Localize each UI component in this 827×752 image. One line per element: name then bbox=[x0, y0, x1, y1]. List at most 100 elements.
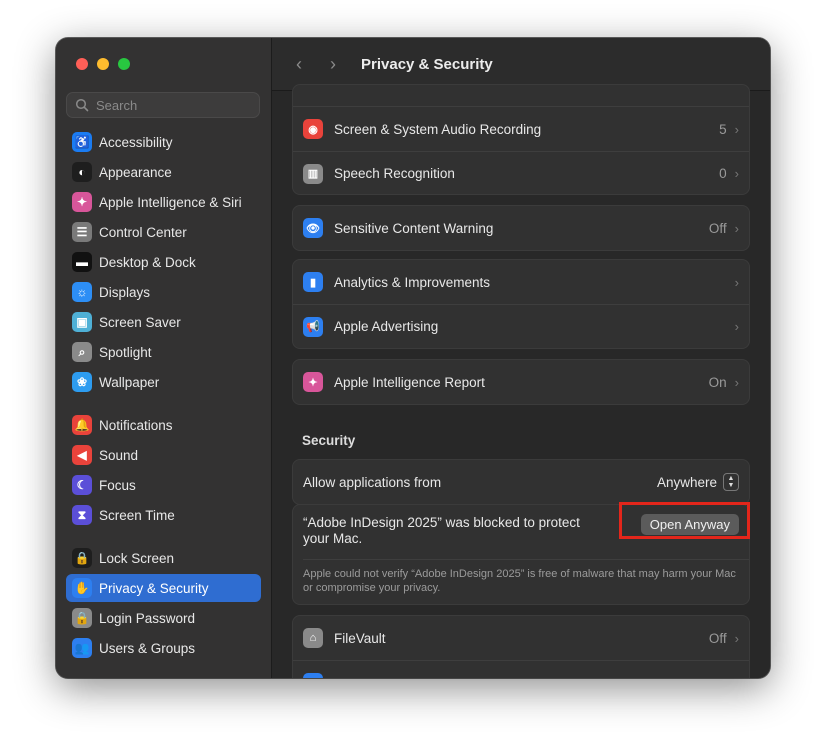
security-section-title: Security bbox=[302, 433, 356, 448]
appearance-icon: ◐ bbox=[72, 162, 92, 182]
sidebar-item-label: Lock Screen bbox=[99, 550, 175, 566]
sensitive-content-icon: 👁 bbox=[303, 218, 323, 238]
search-icon bbox=[75, 98, 89, 112]
advertising-icon: 📢 bbox=[303, 316, 323, 337]
sidebar-item-label: Privacy & Security bbox=[99, 580, 209, 596]
settings-row-partial[interactable] bbox=[293, 660, 749, 678]
back-button[interactable]: ‹ bbox=[289, 54, 309, 75]
row-label: FileVault bbox=[334, 630, 386, 646]
chevron-right-icon: › bbox=[734, 166, 739, 181]
sidebar-item-appearance[interactable]: ◐ Appearance bbox=[66, 158, 261, 186]
forward-button[interactable]: › bbox=[323, 54, 343, 75]
sidebar-item-accessibility[interactable]: ♿ Accessibility bbox=[66, 128, 261, 156]
lockdown-icon bbox=[303, 672, 323, 678]
chevron-right-icon: › bbox=[734, 319, 739, 334]
sidebar-item-notifications[interactable]: 🔔 Notifications bbox=[66, 411, 261, 439]
sidebar-item-label: Sound bbox=[99, 447, 139, 463]
chevron-right-icon: › bbox=[734, 121, 739, 137]
sidebar-item-spotlight[interactable]: ⌕ Spotlight bbox=[66, 338, 261, 366]
allow-apps-value: Anywhere bbox=[656, 474, 717, 490]
main-pane: ‹ › Privacy & Security ◉ Screen & System … bbox=[272, 38, 770, 678]
search-field[interactable] bbox=[66, 92, 260, 118]
wallpaper-icon: ❀ bbox=[72, 372, 92, 392]
sidebar-item-login-password[interactable]: 🔒 Login Password bbox=[66, 604, 261, 632]
filevault-icon: ⌂ bbox=[303, 628, 323, 648]
sidebar-item-label: Focus bbox=[99, 477, 136, 493]
sidebar-item-label: Screen Saver bbox=[99, 314, 181, 330]
minimize-button[interactable] bbox=[97, 58, 109, 70]
accessibility-icon: ♿ bbox=[72, 132, 92, 152]
sidebar-item-screen-time[interactable]: ⧗ Screen Time bbox=[66, 501, 261, 529]
row-value: 0 bbox=[719, 166, 727, 181]
screen-time-icon: ⧗ bbox=[72, 505, 92, 525]
settings-row-speech-recognition[interactable]: ▥ Speech Recognition 0 › bbox=[293, 151, 749, 195]
row-label: Speech Recognition bbox=[334, 166, 455, 181]
close-button[interactable] bbox=[76, 58, 88, 70]
chevron-right-icon: › bbox=[734, 274, 739, 290]
sound-icon: ◀ bbox=[72, 445, 92, 465]
group-filevault: ⌂ FileVault Off › bbox=[292, 615, 750, 678]
sidebar-item-users-groups[interactable]: 👥 Users & Groups bbox=[66, 634, 261, 662]
sidebar-item-label: Users & Groups bbox=[99, 640, 196, 656]
zoom-button[interactable] bbox=[118, 58, 130, 70]
row-label: Apple Intelligence Report bbox=[334, 374, 485, 390]
group-allow-apps: Allow applications from Anywhere ▲ ▼ bbox=[292, 459, 750, 505]
settings-row-filevault[interactable]: ⌂ FileVault Off › bbox=[293, 616, 749, 660]
row-label: Apple Advertising bbox=[334, 319, 439, 334]
focus-icon: ☾ bbox=[72, 475, 92, 495]
sidebar-item-displays[interactable]: ☼ Displays bbox=[66, 278, 261, 306]
sidebar-item-lock-screen[interactable]: 🔒 Lock Screen bbox=[66, 544, 261, 572]
window-controls bbox=[76, 58, 130, 70]
allow-apps-row: Allow applications from Anywhere ▲ ▼ bbox=[293, 460, 749, 504]
search-input[interactable] bbox=[94, 96, 248, 114]
settings-window: ♿ Accessibility ◐ Appearance ✦ Apple Intellig… bbox=[56, 38, 770, 678]
displays-icon: ☼ bbox=[72, 282, 92, 302]
blocked-detail: Apple could not verify “Adobe InDesign 2… bbox=[303, 568, 736, 594]
sidebar-item-desktop-dock[interactable]: ▬ Desktop & Dock bbox=[66, 248, 261, 276]
sidebar-item-wallpaper[interactable]: ❀ Wallpaper bbox=[66, 368, 261, 396]
settings-row-apple-advertising[interactable]: 📢 Apple Advertising › bbox=[293, 304, 749, 348]
control-center-icon: ☰ bbox=[72, 222, 92, 242]
settings-row-analytics-improvements[interactable]: ▮ Analytics & Improvements › bbox=[293, 260, 749, 304]
login-password-icon: 🔒 bbox=[72, 608, 92, 628]
settings-row-apple-intelligence-report[interactable]: ✦ Apple Intelligence Report On › bbox=[293, 360, 749, 404]
sidebar-item-label: Accessibility bbox=[99, 134, 173, 150]
group-intelligence-report: ✦ Apple Intelligence Report On › bbox=[292, 359, 750, 405]
sidebar-item-privacy-security[interactable]: ✋ Privacy & Security bbox=[66, 574, 261, 602]
chevron-right-icon: › bbox=[734, 630, 739, 646]
settings-row-screen-system-audio-recording[interactable]: ◉ Screen & System Audio Recording 5 › bbox=[293, 107, 749, 151]
page-title: Privacy & Security bbox=[361, 55, 493, 73]
analytics-icon: ▮ bbox=[303, 272, 323, 292]
row-label: Sensitive Content Warning bbox=[334, 220, 494, 236]
group-analytics: ▮ Analytics & Improvements › 📢 Apple Adverti… bbox=[292, 259, 750, 349]
sidebar-item-label: Apple Intelligence & Siri bbox=[99, 194, 242, 210]
sidebar-item-label: Spotlight bbox=[99, 344, 152, 360]
sidebar-item-label: Displays bbox=[99, 284, 151, 300]
row-label: Analytics & Improvements bbox=[334, 274, 491, 290]
sidebar-item-focus[interactable]: ☾ Focus bbox=[66, 471, 261, 499]
sidebar-item-control-center[interactable]: ☰ Control Center bbox=[66, 218, 261, 246]
users-groups-icon: 👥 bbox=[72, 638, 92, 658]
lock-screen-icon: 🔒 bbox=[72, 548, 92, 568]
sidebar-item-label: Login Password bbox=[99, 610, 196, 626]
row-value: On bbox=[708, 374, 727, 390]
settings-row-sensitive-content-warning[interactable]: 👁 Sensitive Content Warning Off › bbox=[293, 206, 749, 250]
sidebar-item-sound[interactable]: ◀ Sound bbox=[66, 441, 261, 469]
dock-icon: ▬ bbox=[72, 252, 92, 272]
blocked-message: “Adobe InDesign 2025” was blocked to pro… bbox=[303, 515, 580, 546]
highlight-box bbox=[619, 502, 750, 539]
row-value: Off bbox=[708, 220, 727, 236]
screen-recording-icon: ◉ bbox=[303, 119, 323, 139]
screen-saver-icon: ▣ bbox=[72, 312, 92, 332]
sidebar: ♿ Accessibility ◐ Appearance ✦ Apple Intellig… bbox=[56, 38, 272, 678]
group-privacy-recording: ◉ Screen & System Audio Recording 5 › ▥ Speec… bbox=[292, 84, 750, 195]
sidebar-item-apple-intelligence-siri[interactable]: ✦ Apple Intelligence & Siri bbox=[66, 188, 261, 216]
siri-icon: ✦ bbox=[72, 192, 92, 212]
privacy-hand-icon: ✋ bbox=[72, 578, 92, 598]
divider bbox=[303, 559, 749, 560]
row-value: 5 bbox=[719, 121, 727, 137]
row-label: Screen & System Audio Recording bbox=[334, 121, 542, 137]
speech-recognition-icon: ▥ bbox=[303, 163, 323, 184]
allow-apps-select[interactable]: Anywhere ▲ ▼ bbox=[657, 473, 739, 491]
sidebar-item-screen-saver[interactable]: ▣ Screen Saver bbox=[66, 308, 261, 336]
